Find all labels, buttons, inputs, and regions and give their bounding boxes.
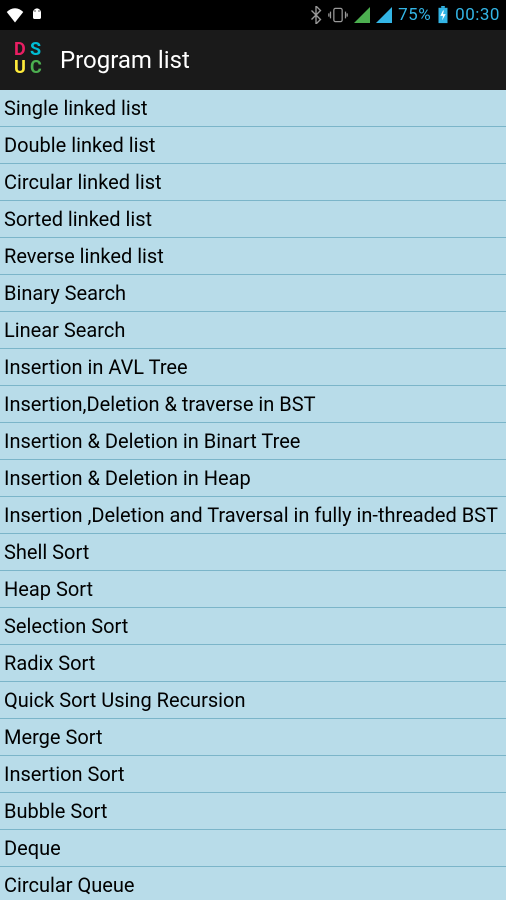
list-item[interactable]: Radix Sort [0, 645, 506, 682]
list-item[interactable]: Circular Queue [0, 867, 506, 900]
signal-icon-2 [376, 7, 392, 23]
app-icon[interactable]: D S U C [10, 41, 48, 79]
list-item[interactable]: Insertion & Deletion in Binart Tree [0, 423, 506, 460]
list-item[interactable]: Circular linked list [0, 164, 506, 201]
status-left [6, 7, 46, 23]
list-item[interactable]: Insertion Sort [0, 756, 506, 793]
list-item[interactable]: Selection Sort [0, 608, 506, 645]
list-item[interactable]: Heap Sort [0, 571, 506, 608]
android-debug-icon [28, 7, 46, 23]
list-item[interactable]: Shell Sort [0, 534, 506, 571]
battery-percent: 75% [398, 5, 431, 25]
list-item[interactable]: Insertion & Deletion in Heap [0, 460, 506, 497]
list-item[interactable]: Double linked list [0, 127, 506, 164]
status-right: 75% 00:30 [310, 5, 500, 25]
list-item[interactable]: Deque [0, 830, 506, 867]
list-item[interactable]: Merge Sort [0, 719, 506, 756]
status-bar: 75% 00:30 [0, 0, 506, 30]
list-item[interactable]: Single linked list [0, 90, 506, 127]
wifi-icon [6, 7, 24, 23]
vibrate-icon [328, 6, 348, 24]
list-item[interactable]: Insertion in AVL Tree [0, 349, 506, 386]
list-item[interactable]: Insertion,Deletion & traverse in BST [0, 386, 506, 423]
list-item[interactable]: Binary Search [0, 275, 506, 312]
app-bar: D S U C Program list [0, 30, 506, 90]
bluetooth-icon [310, 6, 322, 24]
signal-icon-1 [354, 7, 370, 23]
list-item[interactable]: Bubble Sort [0, 793, 506, 830]
battery-charging-icon [437, 6, 449, 24]
list-item[interactable]: Insertion ,Deletion and Traversal in ful… [0, 497, 506, 534]
list-item[interactable]: Linear Search [0, 312, 506, 349]
clock-time: 00:30 [455, 5, 500, 25]
list-item[interactable]: Reverse linked list [0, 238, 506, 275]
program-list[interactable]: Single linked listDouble linked listCirc… [0, 90, 506, 900]
list-item[interactable]: Sorted linked list [0, 201, 506, 238]
app-title: Program list [60, 46, 190, 74]
list-item[interactable]: Quick Sort Using Recursion [0, 682, 506, 719]
